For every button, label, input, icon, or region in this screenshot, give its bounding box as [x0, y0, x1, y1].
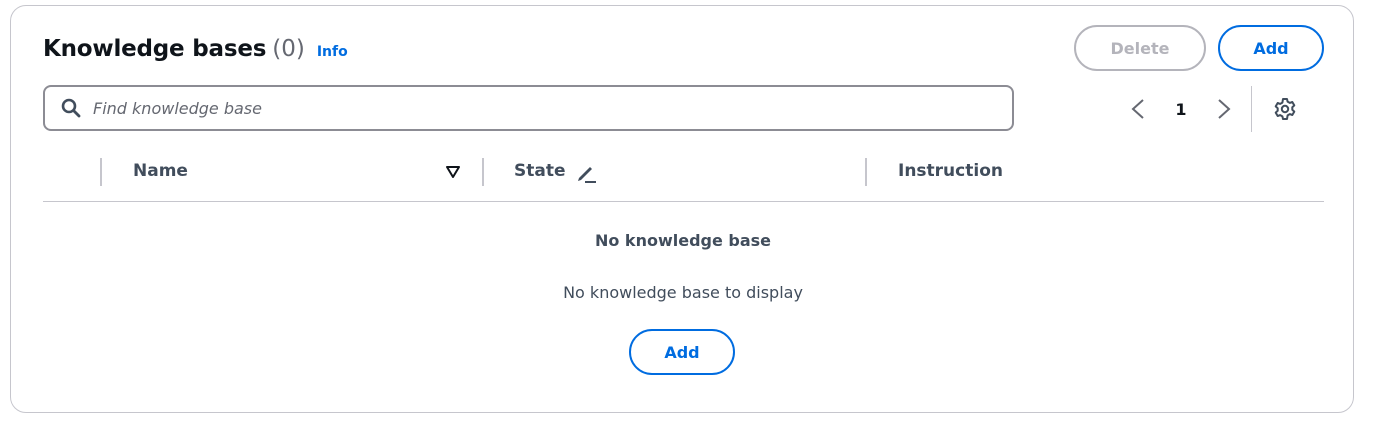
page-title: Knowledge bases [43, 36, 267, 62]
column-header-name[interactable]: Name [133, 161, 188, 181]
delete-button[interactable]: Delete [1074, 25, 1206, 71]
column-divider [482, 158, 484, 186]
column-header-state: State [514, 161, 566, 181]
empty-state-title: No knowledge base [594, 231, 772, 250]
header: Knowledge bases (0) Info [43, 36, 348, 62]
table-header-divider [43, 201, 1324, 202]
pencil-icon [578, 167, 596, 183]
search-field[interactable] [43, 85, 1014, 131]
info-link[interactable]: Info [317, 44, 348, 60]
empty-state-add-button[interactable]: Add [629, 329, 735, 375]
item-count: (0) [272, 36, 305, 62]
previous-page-button[interactable] [1123, 94, 1153, 124]
search-icon [61, 98, 81, 118]
empty-state-description: No knowledge base to display [563, 283, 803, 302]
pagination-divider [1251, 86, 1252, 132]
next-page-button[interactable] [1209, 94, 1239, 124]
sort-down-icon[interactable] [445, 164, 461, 180]
column-header-instruction: Instruction [898, 161, 1003, 181]
preferences-button[interactable] [1272, 96, 1298, 122]
gear-icon [1274, 98, 1296, 120]
search-input[interactable] [93, 98, 993, 118]
column-divider [100, 158, 102, 186]
column-divider [865, 158, 867, 186]
knowledge-bases-panel: Knowledge bases (0) Info Delete Add 1 Na… [10, 5, 1354, 413]
page-number[interactable]: 1 [1166, 94, 1196, 124]
add-button[interactable]: Add [1218, 25, 1324, 71]
chevron-right-icon [1218, 99, 1231, 119]
chevron-left-icon [1131, 99, 1144, 119]
